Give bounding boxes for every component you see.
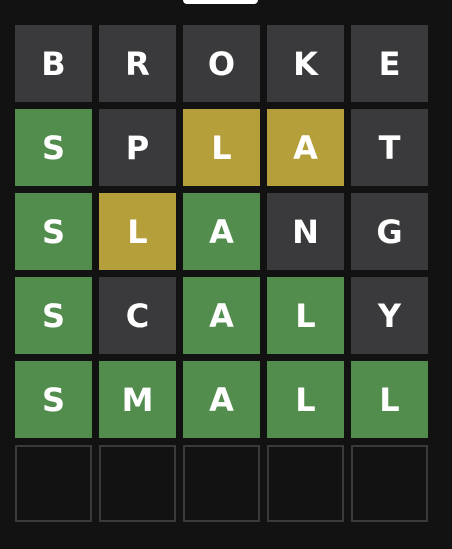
- tile-r2-c2: P: [99, 109, 176, 186]
- tile-r1-c3: O: [183, 25, 260, 102]
- tile-r3-c3: A: [183, 193, 260, 270]
- tile-r5-c2: M: [99, 361, 176, 438]
- tile-r2-c1: S: [15, 109, 92, 186]
- top-tab: [183, 0, 258, 4]
- tile-r6-c1: [15, 445, 92, 522]
- tile-r5-c3: A: [183, 361, 260, 438]
- tile-r3-c4: N: [267, 193, 344, 270]
- tile-r2-c5: T: [351, 109, 428, 186]
- tile-r4-c3: A: [183, 277, 260, 354]
- tile-r1-c4: K: [267, 25, 344, 102]
- tile-r5-c4: L: [267, 361, 344, 438]
- tile-r5-c1: S: [15, 361, 92, 438]
- game-board: B R O K E S P L A T S L A N G S C A L Y …: [15, 25, 428, 522]
- tile-r1-c5: E: [351, 25, 428, 102]
- tile-r2-c3: L: [183, 109, 260, 186]
- tile-r3-c5: G: [351, 193, 428, 270]
- tile-r1-c2: R: [99, 25, 176, 102]
- tile-r6-c2: [99, 445, 176, 522]
- tile-r2-c4: A: [267, 109, 344, 186]
- tile-r6-c3: [183, 445, 260, 522]
- tile-r6-c5: [351, 445, 428, 522]
- tile-r1-c1: B: [15, 25, 92, 102]
- tile-r3-c1: S: [15, 193, 92, 270]
- tile-r5-c5: L: [351, 361, 428, 438]
- tile-r6-c4: [267, 445, 344, 522]
- tile-r4-c2: C: [99, 277, 176, 354]
- tile-r4-c5: Y: [351, 277, 428, 354]
- tile-r4-c1: S: [15, 277, 92, 354]
- tile-r4-c4: L: [267, 277, 344, 354]
- tile-r3-c2: L: [99, 193, 176, 270]
